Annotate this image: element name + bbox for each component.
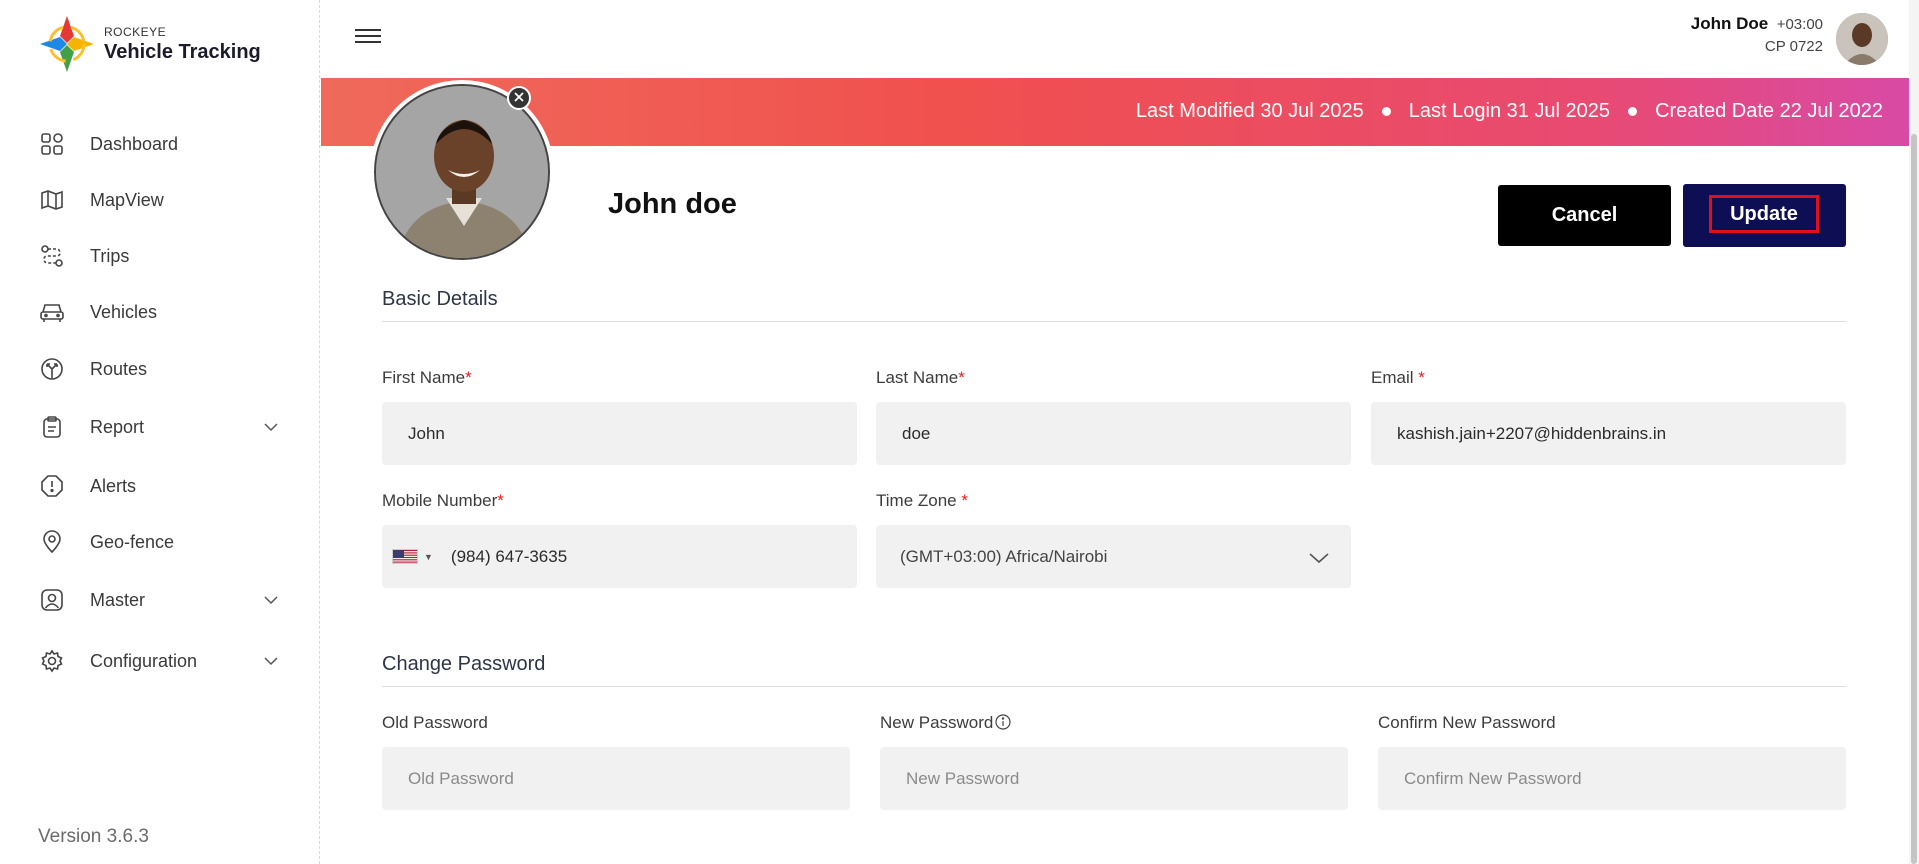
user-timezone: +03:00 (1776, 16, 1823, 33)
location-pin-icon (38, 528, 66, 556)
sidebar-item-report[interactable]: Report (38, 407, 278, 447)
sidebar-item-label: Report (90, 416, 145, 437)
brand-small: ROCKEYE (104, 24, 167, 39)
country-dropdown-icon[interactable]: ▼ (424, 552, 433, 562)
divider (382, 686, 1846, 687)
new-password-input[interactable]: New Password (880, 747, 1348, 810)
sidebar-item-vehicles[interactable]: Vehicles (38, 292, 278, 332)
brand-name: Vehicle Tracking (104, 40, 261, 63)
confirm-password-label: Confirm New Password (1378, 713, 1556, 732)
avatar[interactable] (1836, 13, 1888, 65)
sidebar: ROCKEYE Vehicle Tracking Dashboard MapVi… (0, 0, 320, 864)
scrollbar-thumb[interactable] (1911, 134, 1917, 864)
sidebar-item-label: Configuration (90, 650, 198, 671)
app-logo[interactable]: ROCKEYE Vehicle Tracking (38, 14, 261, 74)
close-icon (514, 89, 524, 107)
chevron-down-icon[interactable] (264, 419, 278, 437)
sidebar-item-label: MapView (90, 189, 164, 210)
sidebar-item-alerts[interactable]: Alerts (38, 466, 278, 506)
user-name: John Doe (1690, 14, 1769, 33)
sidebar-item-geo-fence[interactable]: Geo-fence (38, 522, 278, 562)
sidebar-item-master[interactable]: Master (38, 580, 278, 620)
sidebar-item-label: Geo-fence (90, 531, 175, 552)
scrollbar[interactable] (1909, 0, 1919, 864)
sidebar-item-label: Vehicles (90, 301, 158, 322)
timezone-select[interactable]: (GMT+03:00) Africa/Nairobi (876, 525, 1351, 588)
sidebar-item-label: Master (90, 589, 146, 610)
sidebar-item-label: Routes (90, 358, 148, 379)
mobile-number-value: (984) 647-3635 (450, 546, 568, 566)
old-password-input[interactable]: Old Password (382, 747, 850, 810)
menu-toggle-button[interactable] (355, 25, 381, 47)
chevron-down-icon[interactable] (264, 592, 278, 610)
sidebar-item-mapview[interactable]: MapView (38, 180, 278, 220)
last-login: Last Login 31 Jul 2025 (1408, 100, 1611, 122)
basic-details-title: Basic Details (382, 288, 498, 310)
sidebar-item-dashboard[interactable]: Dashboard (38, 124, 278, 164)
profile-name: John doe (608, 188, 737, 220)
grid-icon (38, 130, 66, 158)
last-name-label: Last Name* (876, 368, 965, 387)
created-date: Created Date 22 Jul 2022 (1655, 100, 1883, 122)
first-name-field[interactable]: John (382, 402, 857, 465)
info-icon[interactable] (995, 714, 1011, 735)
alert-icon (38, 472, 66, 500)
gear-icon (38, 647, 66, 675)
rockeye-logo-icon (38, 14, 96, 74)
chevron-down-icon (1309, 549, 1329, 569)
remove-photo-button[interactable] (507, 86, 531, 110)
email-label: Email * (1371, 368, 1425, 387)
chevron-down-icon[interactable] (264, 653, 278, 671)
profile-banner: Last Modified 30 Jul 2025 Last Login 31 … (321, 78, 1913, 146)
sidebar-item-label: Alerts (90, 475, 137, 496)
change-password-title: Change Password (382, 653, 546, 675)
sidebar-item-configuration[interactable]: Configuration (38, 641, 278, 681)
separator-dot (1628, 107, 1638, 116)
timezone-value: (GMT+03:00) Africa/Nairobi (900, 546, 1108, 566)
profile-photo[interactable] (374, 84, 550, 260)
last-modified: Last Modified 30 Jul 2025 (1135, 100, 1364, 122)
car-icon (38, 298, 66, 326)
separator-dot (1381, 107, 1391, 116)
last-name-field[interactable]: doe (876, 402, 1351, 465)
sidebar-item-label: Trips (90, 245, 130, 266)
user-square-icon (38, 586, 66, 614)
signpost-icon (38, 355, 66, 383)
confirm-password-input[interactable]: Confirm New Password (1378, 747, 1846, 810)
sidebar-item-trips[interactable]: Trips (38, 236, 278, 276)
user-code: CP 0722 (1764, 38, 1823, 55)
update-button[interactable]: Update (1683, 184, 1846, 247)
new-password-label: New Password (880, 713, 1011, 735)
divider (382, 321, 1846, 322)
map-icon (38, 186, 66, 214)
clipboard-icon (38, 413, 66, 441)
first-name-label: First Name* (382, 368, 472, 387)
sidebar-item-routes[interactable]: Routes (38, 349, 278, 389)
us-flag-icon[interactable] (392, 549, 418, 564)
update-button-label: Update (1709, 195, 1819, 233)
old-password-label: Old Password (382, 713, 488, 732)
sidebar-item-label: Dashboard (90, 133, 179, 154)
email-field[interactable]: kashish.jain+2207@hiddenbrains.in (1371, 402, 1846, 465)
user-info[interactable]: John Doe +03:00 CP 0722 (1691, 14, 1823, 55)
mobile-number-field[interactable]: ▼ (984) 647-3635 (382, 525, 857, 588)
cancel-button[interactable]: Cancel (1498, 185, 1671, 246)
timezone-label: Time Zone * (876, 491, 968, 510)
app-version: Version 3.6.3 (38, 826, 149, 847)
route-icon (38, 242, 66, 270)
mobile-number-label: Mobile Number* (382, 491, 504, 510)
